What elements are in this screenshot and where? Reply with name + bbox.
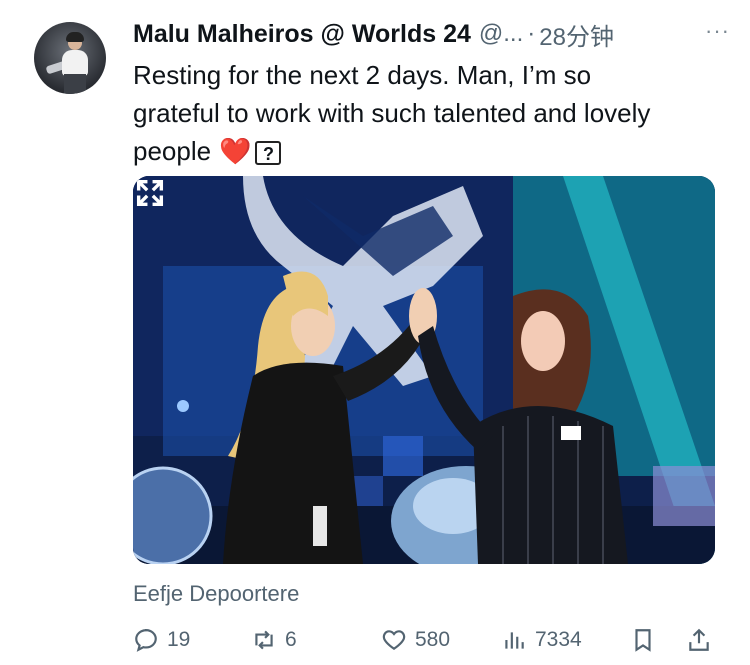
repost-button[interactable]: 6 [251, 622, 297, 658]
more-icon[interactable]: ··· [705, 18, 730, 44]
tweet-header: Malu Malheiros @ Worlds 24 @... · 28分钟 ·… [133, 16, 730, 52]
tweet-photo[interactable] [133, 176, 715, 564]
repost-icon [255, 630, 273, 650]
like-icon [382, 630, 406, 650]
expand-icon[interactable] [133, 176, 167, 210]
share-icon [689, 628, 709, 651]
photo-illustration [133, 176, 715, 564]
views-button[interactable]: 7334 [501, 622, 582, 658]
views-icon [505, 632, 524, 649]
share-button[interactable] [686, 622, 720, 658]
separator-dot: · [527, 20, 536, 47]
action-bar: 19 6 580 7334 [133, 622, 718, 658]
heart-emoji: ❤️ [219, 136, 252, 166]
tweet-text-line-1: Resting for the next 2 days. Man, I’m so [133, 60, 592, 90]
like-count: 580 [415, 628, 451, 651]
author-avatar[interactable] [34, 22, 106, 94]
tweet-text: Resting for the next 2 days. Man, I’m so… [133, 56, 733, 170]
tweet-text-line-3: people ❤️? [133, 132, 733, 170]
views-count: 7334 [535, 628, 582, 651]
tweet-text-word: people [133, 136, 212, 166]
photo-credit: Eefje Depoortere [133, 581, 300, 606]
reply-count: 19 [167, 628, 191, 651]
timestamp[interactable]: 28分钟 [539, 17, 614, 52]
unknown-emoji-glyph: ? [255, 141, 282, 166]
author-handle[interactable]: @... [479, 20, 523, 48]
bookmark-button[interactable] [630, 622, 664, 658]
repost-count: 6 [285, 628, 297, 651]
author-name[interactable]: Malu Malheiros @ Worlds 24 [133, 20, 471, 49]
tweet-text-line-2: grateful to work with such talented and … [133, 98, 651, 128]
reply-button[interactable]: 19 [133, 622, 190, 658]
like-button[interactable]: 580 [381, 622, 450, 658]
bookmark-icon [635, 629, 651, 652]
reply-icon [135, 629, 157, 652]
